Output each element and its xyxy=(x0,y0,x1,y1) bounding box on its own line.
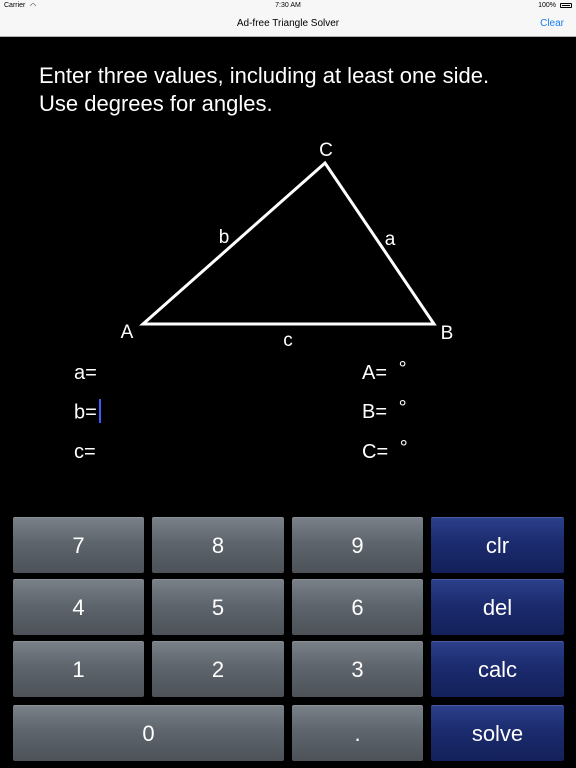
calc-button[interactable]: calc xyxy=(431,641,564,697)
side-c-field-label: c= xyxy=(74,441,96,463)
side-b-field-label: b= xyxy=(74,401,97,424)
angle-b-field[interactable]: B= ° xyxy=(362,397,407,424)
angle-c-field-label: C= xyxy=(362,441,389,463)
solve-button[interactable]: solve xyxy=(431,705,564,761)
key-7[interactable]: 7 xyxy=(13,517,144,573)
key-3[interactable]: 3 xyxy=(292,641,423,697)
clr-button[interactable]: clr xyxy=(431,517,564,573)
triangle-diagram: C A B b a c xyxy=(121,140,454,351)
angle-a-field-label: A= xyxy=(362,362,388,384)
side-b-field[interactable]: b= xyxy=(74,399,101,425)
angle-a-unit: ° xyxy=(398,358,407,380)
angle-b-unit: ° xyxy=(398,397,407,419)
side-a-field-label: a= xyxy=(74,362,97,384)
text-cursor xyxy=(98,399,101,423)
key-5[interactable]: 5 xyxy=(152,579,284,635)
angle-c-unit: ° xyxy=(399,437,408,459)
key-6[interactable]: 6 xyxy=(292,579,423,635)
key-1[interactable]: 1 xyxy=(13,641,144,697)
del-button[interactable]: del xyxy=(431,579,564,635)
key-9[interactable]: 9 xyxy=(292,517,423,573)
side-a-label: a xyxy=(385,229,396,250)
key-8[interactable]: 8 xyxy=(152,517,284,573)
angle-a-field[interactable]: A= ° xyxy=(362,358,407,385)
side-a-field[interactable]: a= xyxy=(74,362,97,385)
key-4[interactable]: 4 xyxy=(13,579,144,635)
key-2[interactable]: 2 xyxy=(152,641,284,697)
side-c-label: c xyxy=(283,330,293,351)
side-c-field[interactable]: c= xyxy=(74,441,96,464)
vertex-b-label: B xyxy=(441,323,454,344)
vertex-a-label: A xyxy=(121,322,134,343)
angle-c-field[interactable]: C= ° xyxy=(362,437,408,464)
key-decimal[interactable]: . xyxy=(292,705,423,761)
side-b-label: b xyxy=(219,227,230,248)
angle-b-field-label: B= xyxy=(362,401,388,423)
key-0[interactable]: 0 xyxy=(13,705,284,761)
vertex-c-label: C xyxy=(319,140,333,161)
